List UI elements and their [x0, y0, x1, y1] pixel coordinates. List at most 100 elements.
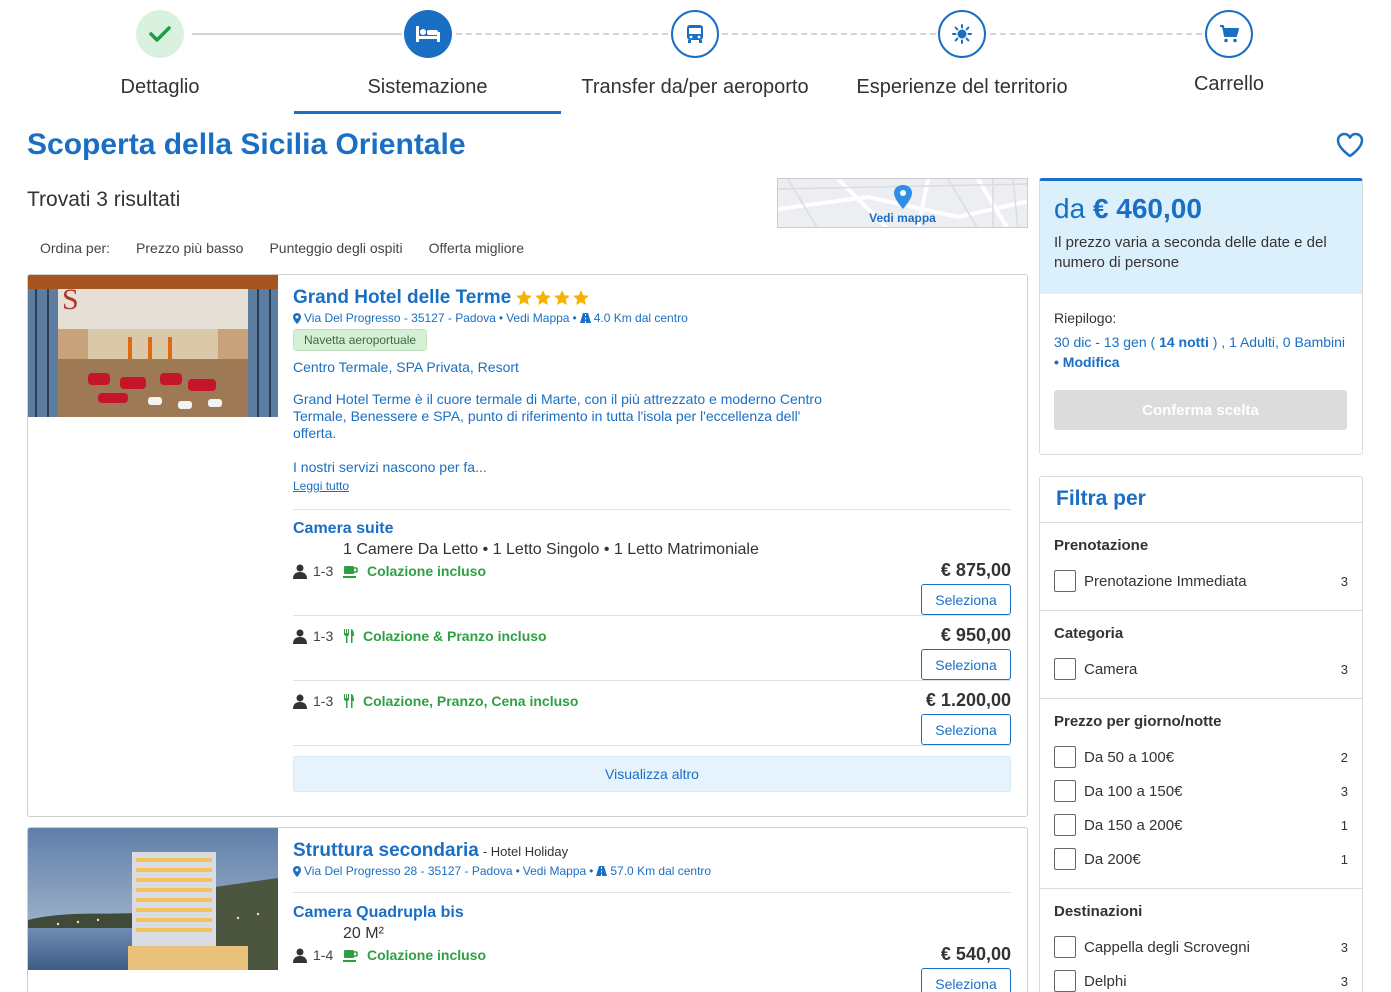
checkbox[interactable] — [1054, 848, 1076, 870]
hotel-subtitle: - Hotel Holiday — [482, 843, 569, 859]
road-icon — [579, 313, 591, 323]
hotel-services-preview: I nostri servizi nascono per fa... — [293, 459, 487, 475]
occupancy: 1-4 — [293, 947, 333, 963]
cart-icon — [1205, 10, 1253, 58]
occupancy: 1-3 — [293, 628, 333, 644]
read-all-link[interactable]: Leggi tutto — [293, 479, 349, 493]
step-label: Transfer da/per aeroporto — [581, 76, 809, 98]
price-from: da € 460,00 — [1054, 193, 1202, 224]
filter-option[interactable]: Cappella degli Scrovegni 3 — [1054, 930, 1348, 964]
checkbox[interactable] — [1054, 570, 1076, 592]
hotel-tags: Centro Termale, SPA Privata, Resort — [293, 359, 519, 375]
distance-text: 4.0 Km dal centro — [593, 311, 688, 325]
select-button[interactable]: Seleziona — [921, 968, 1011, 992]
map-link[interactable]: Vedi Mappa — [523, 864, 586, 878]
hotel-info: Grand Hotel delle Terme Via Del Progress… — [293, 275, 1011, 792]
sort-option-offer[interactable]: Offerta migliore — [429, 240, 524, 256]
hotel-info: Struttura secondaria - Hotel Holiday Via… — [293, 828, 1011, 992]
starting-price: € 460,00 — [1092, 193, 1202, 224]
filter-count: 3 — [1340, 661, 1348, 677]
checkbox[interactable] — [1054, 814, 1076, 836]
recap-label: Riepilogo: — [1054, 310, 1117, 326]
star-rating — [515, 289, 590, 307]
hotel-name[interactable]: Grand Hotel delle Terme — [293, 287, 1011, 309]
bus-icon — [671, 10, 719, 58]
filter-group-destinazioni: Destinazioni Cappella degli Scrovegni 3 … — [1040, 889, 1362, 992]
heart-icon[interactable] — [1336, 132, 1364, 162]
bed-icon — [403, 10, 452, 58]
filter-group-title: Prenotazione — [1054, 537, 1149, 554]
rate-price: € 1.200,00 — [925, 690, 1011, 710]
step-carrello[interactable]: Carrello — [1094, 10, 1364, 96]
map-preview[interactable]: Vedi mappa — [777, 178, 1028, 228]
price-note: Il prezzo varia a seconda delle date e d… — [1054, 234, 1327, 271]
select-button[interactable]: Seleziona — [921, 584, 1011, 615]
star-icon — [535, 290, 552, 305]
rate-price: € 875,00 — [940, 560, 1011, 580]
hotel-card: Struttura secondaria - Hotel Holiday Via… — [27, 827, 1028, 992]
hotel-photo[interactable]: S — [28, 275, 278, 417]
show-more-button[interactable]: Visualizza altro — [293, 756, 1011, 792]
sort-option-rating[interactable]: Punteggio degli ospiti — [269, 240, 402, 256]
filter-group-title: Prezzo per giorno/notte — [1054, 713, 1222, 730]
checkbox[interactable] — [1054, 780, 1076, 802]
select-button[interactable]: Seleziona — [921, 714, 1011, 745]
map-link[interactable]: Vedi mappa — [778, 211, 1027, 225]
hotel-description: Grand Hotel Terme è il cuore termale di … — [293, 391, 822, 441]
occupancy: 1-3 — [293, 563, 333, 579]
map-marker-icon — [293, 865, 301, 877]
board-type: Colazione & Pranzo incluso — [343, 628, 547, 644]
step-dettaglio[interactable]: Dettaglio — [25, 10, 295, 99]
hotel-name-text[interactable]: Grand Hotel delle Terme — [293, 287, 511, 309]
rate-row: 1-3 Colazione & Pranzo incluso € 950,00 … — [293, 616, 1011, 681]
hotel-address: Via Del Progresso - 35127 - Padova • Ved… — [293, 311, 1011, 325]
confirm-button[interactable]: Conferma scelta — [1054, 390, 1347, 430]
step-esperienze[interactable]: Esperienze del territorio — [827, 10, 1097, 99]
coffee-icon — [343, 565, 358, 578]
nights-count: 14 notti — [1159, 334, 1209, 350]
hotel-name-text[interactable]: Struttura secondaria — [293, 840, 479, 862]
filter-title: Filtra per — [1040, 477, 1362, 523]
filter-option[interactable]: Da 50 a 100€ 2 — [1054, 740, 1348, 774]
filter-panel: Filtra per Prenotazione Prenotazione Imm… — [1039, 476, 1363, 992]
fork-knife-icon — [344, 694, 354, 708]
person-icon — [293, 629, 307, 644]
address-text: Via Del Progresso 28 - 35127 - Padova — [304, 864, 513, 878]
person-icon — [293, 564, 307, 579]
checkbox[interactable] — [1054, 970, 1076, 992]
rate-price: € 540,00 — [940, 944, 1011, 964]
filter-group-title: Destinazioni — [1054, 903, 1143, 920]
price-summary: da € 460,00 Il prezzo varia a seconda de… — [1039, 178, 1363, 455]
filter-option[interactable]: Prenotazione Immediata 3 — [1054, 564, 1348, 598]
filter-count: 3 — [1340, 783, 1348, 799]
sort-option-price[interactable]: Prezzo più basso — [136, 240, 243, 256]
hotel-photo[interactable] — [28, 828, 278, 970]
edit-link[interactable]: • Modifica — [1054, 354, 1348, 370]
map-marker-icon — [293, 312, 301, 324]
filter-option[interactable]: Delphi 3 — [1054, 964, 1348, 992]
filter-option[interactable]: Da 100 a 150€ 3 — [1054, 774, 1348, 808]
checkbox[interactable] — [1054, 936, 1076, 958]
filter-group-prenotazione: Prenotazione Prenotazione Immediata 3 — [1040, 523, 1362, 611]
filter-option[interactable]: Da 200€ 1 — [1054, 842, 1348, 876]
step-transfer[interactable]: Transfer da/per aeroporto — [560, 10, 830, 99]
rate-row: 1-3 Colazione incluso € 875,00 Seleziona — [293, 551, 1011, 616]
hotel-name[interactable]: Struttura secondaria - Hotel Holiday — [293, 840, 1011, 862]
filter-option[interactable]: Da 150 a 200€ 1 — [1054, 808, 1348, 842]
select-button[interactable]: Seleziona — [921, 649, 1011, 680]
results-count: Trovati 3 risultati — [27, 188, 181, 211]
step-sistemazione[interactable]: Sistemazione — [294, 10, 561, 114]
filter-option[interactable]: Camera 3 — [1054, 652, 1348, 686]
map-link[interactable]: Vedi Mappa — [506, 311, 569, 325]
sun-icon — [938, 10, 986, 58]
rate-price: € 950,00 — [940, 625, 1011, 645]
step-label: Dettaglio — [120, 76, 200, 98]
occupancy: 1-3 — [293, 693, 333, 709]
filter-group-prezzo: Prezzo per giorno/notte Da 50 a 100€ 2 D… — [1040, 699, 1362, 889]
page-title: Scoperta della Sicilia Orientale — [27, 128, 466, 161]
sort-label: Ordina per: — [40, 240, 111, 256]
progress-stepper: Dettaglio Sistemazione Transfer da/per a… — [0, 0, 1391, 120]
checkbox[interactable] — [1054, 658, 1076, 680]
room-name: Camera suite — [293, 520, 394, 537]
checkbox[interactable] — [1054, 746, 1076, 768]
